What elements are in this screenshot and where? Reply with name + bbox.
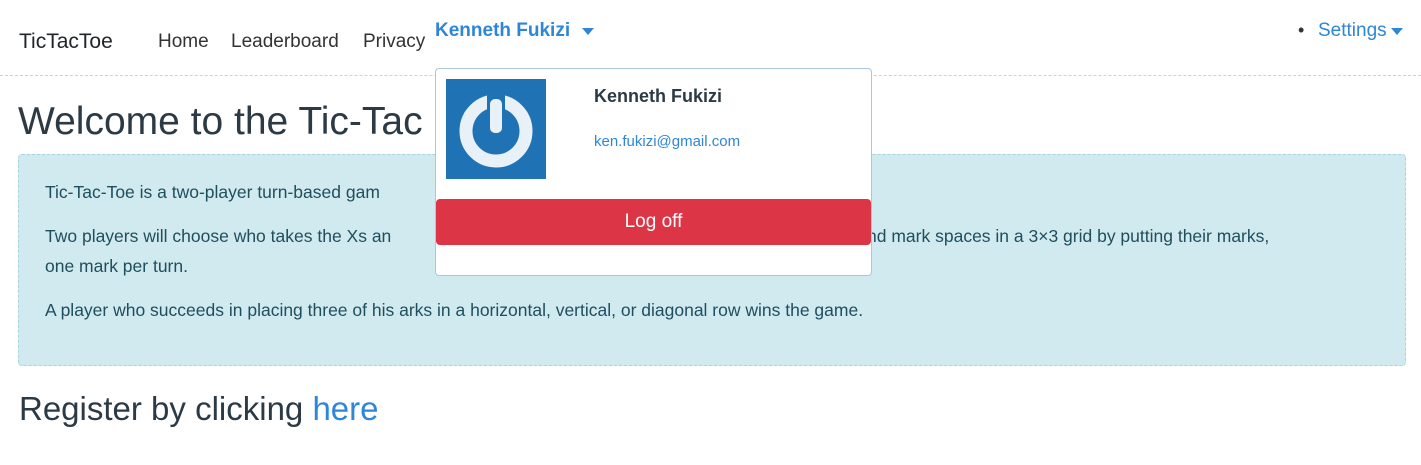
register-text: Register by clicking [19, 390, 304, 427]
user-dropdown-menu: Kenneth Fukizi ken.fukizi@gmail.com Log … [435, 68, 872, 276]
info-paragraph-2-start: Two players will choose who takes the Xs… [45, 226, 392, 246]
navbar: TicTacToe Home Leaderboard Privacy Kenne… [0, 0, 1421, 76]
settings-menu-toggle[interactable]: Settings [1318, 20, 1403, 42]
nav-link-privacy[interactable]: Privacy [363, 31, 425, 53]
dropdown-user-email[interactable]: ken.fukizi@gmail.com [594, 133, 740, 150]
settings-bullet: • [1298, 20, 1305, 40]
power-icon [446, 79, 546, 179]
dropdown-user-name: Kenneth Fukizi [594, 86, 723, 106]
avatar [446, 79, 546, 179]
settings-label: Settings [1318, 20, 1387, 41]
page-title: Welcome to the Tic-Tac [18, 100, 423, 143]
nav-link-home[interactable]: Home [158, 31, 209, 53]
caret-down-icon [582, 27, 595, 35]
nav-link-leaderboard[interactable]: Leaderboard [231, 31, 339, 53]
user-menu-toggle[interactable]: Kenneth Fukizi [435, 20, 595, 42]
info-paragraph-2-end: and mark spaces in a 3×3 grid by putting… [857, 226, 1270, 246]
register-heading: Register by clicking here [19, 390, 379, 428]
info-paragraph-2-tail: one mark per turn. [45, 256, 188, 276]
info-paragraph-3: A player who succeeds in placing three o… [45, 300, 864, 320]
log-off-button[interactable]: Log off [436, 199, 871, 245]
brand-link[interactable]: TicTacToe [19, 30, 113, 54]
register-link[interactable]: here [312, 390, 378, 427]
user-menu-label: Kenneth Fukizi [435, 20, 571, 41]
caret-down-icon [1390, 27, 1403, 35]
